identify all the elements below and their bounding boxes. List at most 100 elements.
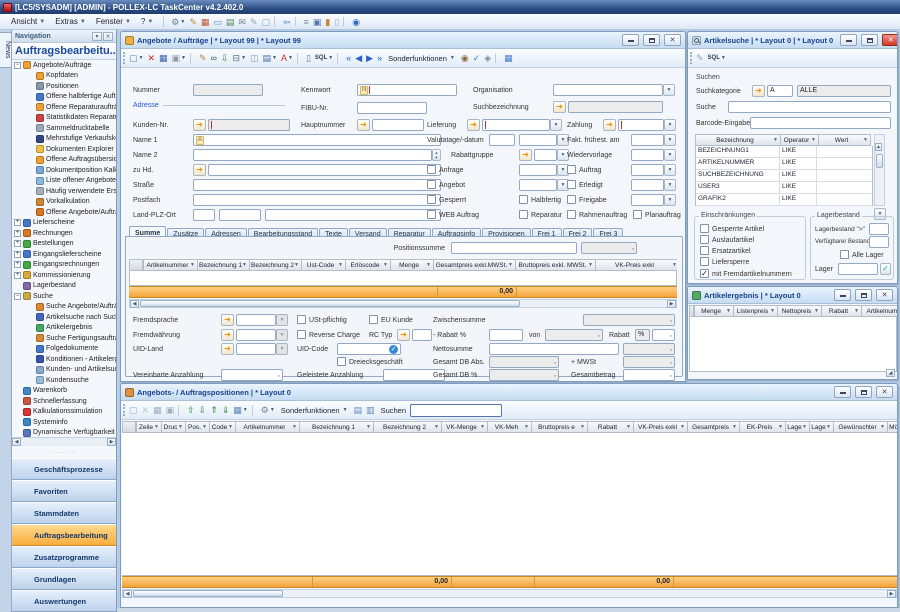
gesperrt-checkbox[interactable]: [427, 195, 436, 204]
sort-dropdown-icon[interactable]: ▼: [190, 262, 196, 268]
suchbezeichnung-field[interactable]: [568, 101, 663, 113]
uid-land-lookup-icon[interactable]: ➜: [221, 343, 234, 355]
scroll-thumb[interactable]: [876, 154, 883, 168]
archive-icon[interactable]: ▮▼: [323, 15, 332, 28]
tree-expander-icon[interactable]: +: [14, 230, 21, 237]
auftrag-checkbox[interactable]: [567, 165, 576, 174]
suchkategorie-field[interactable]: A: [767, 85, 793, 97]
column-header[interactable]: Erlöscode▼: [346, 259, 391, 271]
rabattgruppe-lookup-icon[interactable]: ➜: [519, 149, 532, 161]
uid-land-dropdown-icon[interactable]: ▼: [276, 343, 288, 355]
positionssumme-value-field[interactable]: ,: [581, 242, 637, 254]
sort-dropdown-icon[interactable]: ▼: [802, 424, 808, 430]
shortcut-stammdaten[interactable]: Stammdaten: [12, 502, 116, 524]
column-header[interactable]: VK-Preis exkl▼: [596, 259, 677, 271]
nav-next-icon[interactable]: ▶▼: [364, 52, 375, 65]
row-selector-stub[interactable]: [129, 259, 143, 271]
resize-grip-icon[interactable]: ◢: [886, 369, 895, 377]
move-top-icon[interactable]: ⇑▼: [208, 404, 220, 417]
close-button[interactable]: ✕: [876, 386, 893, 398]
sort-dropdown-icon[interactable]: ▼: [826, 424, 832, 430]
vereinbarte-anzahlung-field[interactable]: ,: [221, 369, 283, 381]
sort-dropdown-icon[interactable]: ▼: [366, 424, 372, 430]
scroll-left-icon[interactable]: ◀: [12, 438, 21, 446]
nummer-field[interactable]: [193, 84, 263, 96]
toolbar-icon[interactable]: ▼: [495, 53, 500, 64]
rabattgruppe-field[interactable]: [534, 149, 557, 161]
column-header[interactable]: Listenpreis▼: [734, 305, 778, 317]
column-header[interactable]: Rabatt▼: [588, 421, 634, 433]
print-icon[interactable]: ⊟▼: [231, 52, 249, 65]
valutadatum-field[interactable]: [519, 134, 557, 146]
panel-splitter-grip[interactable]: ·········: [12, 450, 116, 458]
tree-item[interactable]: Vorkalkulation: [12, 197, 116, 208]
sort-dropdown-icon[interactable]: ▼: [202, 424, 208, 430]
column-header[interactable]: Ust-Code▼: [302, 259, 346, 271]
tree-item[interactable]: Folgedokumente: [12, 344, 116, 355]
toolbar-icon[interactable]: ▼: [190, 53, 195, 64]
tree-item[interactable]: Lagerbestand: [12, 281, 116, 292]
column-header[interactable]: Bezeichnung 2▼: [250, 259, 302, 271]
tree-item[interactable]: Häufig verwendete Ersat: [12, 186, 116, 197]
nettosumme-field[interactable]: [489, 343, 619, 355]
import-icon[interactable]: ⇩▼: [219, 52, 231, 65]
trash-icon[interactable]: ▯▼: [304, 52, 313, 65]
delete-icon[interactable]: ✕▼: [145, 52, 157, 65]
column-header[interactable]: Gewünschter▼: [834, 421, 888, 433]
erledigt-checkbox[interactable]: [567, 180, 576, 189]
ort-field[interactable]: [265, 209, 441, 221]
sort-dropdown-icon[interactable]: ▼: [383, 262, 389, 268]
shortcut-geschaeftsprozesse[interactable]: Geschäftsprozesse: [12, 458, 116, 480]
copy-icon[interactable]: ▣▼: [164, 404, 177, 417]
minimize-button[interactable]: [834, 386, 851, 398]
nettosumme-value-field[interactable]: ,: [623, 343, 675, 355]
tree-item[interactable]: Mehrstufige Verkaufskon: [12, 134, 116, 145]
frame-icon[interactable]: ▢▼: [260, 15, 273, 28]
tree-item[interactable]: + Lieferscheine: [12, 218, 116, 229]
pin-icon[interactable]: ◈▼: [482, 52, 493, 65]
scroll-right-icon[interactable]: ▶: [107, 438, 116, 446]
alle-lager-checkbox[interactable]: [840, 250, 849, 259]
anfrage-checkbox[interactable]: [427, 165, 436, 174]
settings-icon[interactable]: ⚙▼: [169, 15, 187, 28]
suchbezeichnung-lookup-icon[interactable]: ➜: [553, 101, 566, 113]
positions-search-input[interactable]: [410, 404, 502, 417]
fakt-dropdown-icon[interactable]: ▼: [664, 134, 676, 146]
nav-first-icon[interactable]: «▼: [344, 52, 353, 65]
zwischensumme-field[interactable]: ,: [583, 314, 675, 326]
mwst-field[interactable]: ,: [623, 356, 675, 368]
auslaufartikel-checkbox[interactable]: [700, 235, 709, 244]
lieferung-dropdown-icon[interactable]: ▼: [550, 119, 562, 131]
tree-item[interactable]: Kunden- und Artikelsuch: [12, 365, 116, 376]
tree-item[interactable]: Liste offener Angebote/: [12, 176, 116, 187]
column-header[interactable]: Bezeichnung 1▼: [198, 259, 250, 271]
organisation-dropdown-icon[interactable]: ▼: [663, 84, 675, 96]
news-tab[interactable]: News: [0, 32, 12, 68]
toolbar-icon[interactable]: ▼: [295, 16, 300, 27]
liefersperre-checkbox[interactable]: [700, 257, 709, 266]
column-header[interactable]: VK-Preis exkl▼: [634, 421, 688, 433]
rabatt-pct-field[interactable]: [489, 329, 523, 341]
tree-item[interactable]: Warenkorb: [12, 386, 116, 397]
zahlung-field[interactable]: [618, 119, 664, 131]
tree-item[interactable]: − Suche: [12, 291, 116, 302]
column-header[interactable]: Menge▼: [391, 259, 434, 271]
tree-expander-icon[interactable]: +: [14, 272, 21, 279]
sort-dropdown-icon[interactable]: ▼: [508, 262, 514, 268]
gesperrte-artikel-checkbox[interactable]: [700, 224, 709, 233]
column-header[interactable]: Lage▼: [810, 421, 834, 433]
column-header[interactable]: Operator▼: [781, 134, 819, 146]
orders-grid-hscrollbar[interactable]: ◀ ▶: [129, 299, 677, 308]
edit-icon[interactable]: ✎▼: [694, 52, 706, 65]
panel-pin-icon[interactable]: ▾: [92, 32, 102, 41]
rc-typ-field[interactable]: [412, 329, 432, 341]
scroll-right-icon[interactable]: ▶: [887, 590, 896, 598]
reverse-charge-checkbox[interactable]: [297, 330, 306, 339]
criteria-row[interactable]: GRAFIK2 LIKE: [696, 194, 872, 206]
sort-dropdown-icon[interactable]: ▼: [294, 262, 300, 268]
barcode-field[interactable]: [750, 117, 891, 129]
minimize-button[interactable]: [622, 34, 639, 46]
sort-dropdown-icon[interactable]: ▼: [680, 424, 686, 430]
tree-item[interactable]: Positionen: [12, 81, 116, 92]
toolbar-icon[interactable]: ▼: [337, 53, 342, 64]
